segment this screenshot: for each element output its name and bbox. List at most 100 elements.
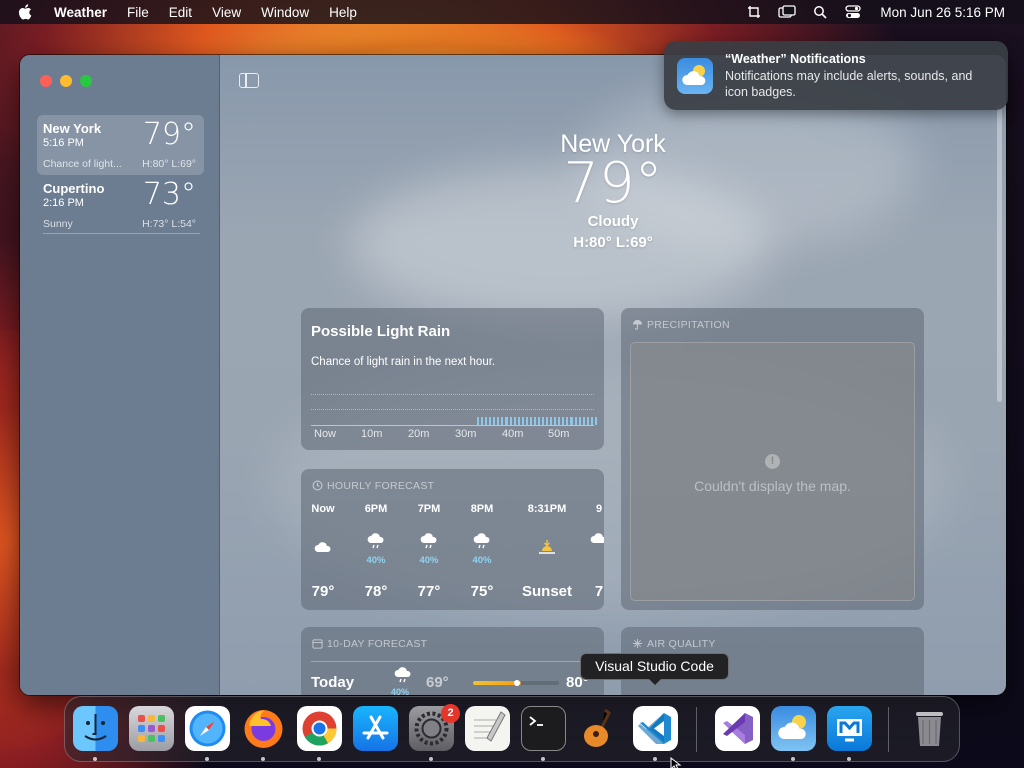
cloud-rain-icon bbox=[367, 533, 384, 549]
hour-time: Now bbox=[311, 503, 335, 515]
dock-app-chrome[interactable] bbox=[297, 706, 342, 751]
menu-file[interactable]: File bbox=[127, 5, 149, 20]
notification-banner[interactable]: “Weather” Notifications Notifications ma… bbox=[664, 41, 1008, 110]
forecast-day: Today bbox=[311, 674, 355, 691]
zoom-button[interactable] bbox=[80, 75, 92, 87]
running-indicator bbox=[847, 757, 851, 761]
rain-intensity-bars bbox=[477, 417, 597, 425]
sunset-icon bbox=[539, 540, 555, 554]
hour-time: 8:31PM bbox=[527, 503, 567, 515]
cloud-icon bbox=[314, 542, 331, 552]
hour-temp: 7 bbox=[594, 583, 604, 600]
rain-label: 40m bbox=[502, 428, 524, 440]
dock-separator bbox=[696, 707, 697, 752]
location-high-low: H:80° L:69° bbox=[142, 158, 196, 170]
dock-app-remote-desktop[interactable] bbox=[827, 706, 872, 751]
menu-bar: Weather File Edit View Window Help Mon J… bbox=[0, 0, 1024, 24]
apple-menu-icon[interactable] bbox=[17, 3, 35, 21]
dock-app-terminal[interactable] bbox=[521, 706, 566, 751]
dock-app-system-settings[interactable]: 2 bbox=[409, 704, 460, 751]
location-time: 5:16 PM bbox=[43, 137, 84, 149]
dock-app-visual-studio[interactable] bbox=[715, 706, 760, 751]
dock-app-firefox[interactable] bbox=[241, 706, 286, 751]
location-city: Cupertino bbox=[43, 181, 105, 196]
hour-temp: 77° bbox=[417, 583, 441, 600]
notification-title: “Weather” Notifications bbox=[725, 52, 866, 66]
rain-label: Now bbox=[314, 428, 337, 440]
location-temp: 73° bbox=[142, 177, 196, 212]
screen-mirroring-icon[interactable] bbox=[778, 4, 797, 20]
sidebar: New York 5:16 PM 79° Chance of light... … bbox=[20, 55, 220, 695]
sidebar-toggle-icon[interactable] bbox=[239, 73, 259, 88]
forecast-low: 69° bbox=[426, 674, 449, 691]
dock-app-safari[interactable] bbox=[185, 706, 230, 751]
hour-temp: Sunset bbox=[521, 583, 572, 600]
control-center-icon[interactable] bbox=[844, 4, 862, 20]
rain-axis bbox=[311, 425, 594, 426]
weather-app-icon bbox=[677, 58, 713, 94]
ten-day-forecast-card: 10-DAY FORECAST Today 40% 69° 80° bbox=[301, 627, 604, 695]
hour-time: 9 bbox=[595, 503, 603, 515]
hour-temp: 79° bbox=[311, 583, 335, 600]
cloud-rain-icon bbox=[394, 667, 411, 683]
current-high-low: H:80° L:69° bbox=[573, 234, 653, 251]
screenshot-icon[interactable] bbox=[745, 4, 763, 20]
hourly-item: 8PM 40% 75° bbox=[462, 503, 502, 600]
cloud-rain-icon bbox=[473, 533, 490, 549]
close-button[interactable] bbox=[40, 75, 52, 87]
hour-time: 8PM bbox=[470, 503, 494, 515]
dock-app-finder[interactable] bbox=[73, 706, 118, 751]
location-condition: Sunny bbox=[43, 218, 73, 230]
ten-day-title: 10-DAY FORECAST bbox=[327, 638, 428, 650]
precipitation-card: PRECIPITATION ! Couldn't display the map… bbox=[621, 308, 924, 610]
running-indicator bbox=[261, 757, 265, 761]
dock-app-weather[interactable] bbox=[771, 706, 816, 751]
hourly-item: 9 7 bbox=[579, 503, 604, 600]
precipitation-title: PRECIPITATION bbox=[647, 319, 730, 331]
dock-app-trash[interactable] bbox=[907, 706, 952, 751]
precipitation-map[interactable]: ! Couldn't display the map. bbox=[630, 342, 915, 601]
hourly-item: 6PM 40% 78° bbox=[356, 503, 396, 600]
spotlight-icon[interactable] bbox=[811, 4, 829, 20]
location-item-new-york[interactable]: New York 5:16 PM 79° Chance of light... … bbox=[37, 115, 204, 175]
dock-app-app-store[interactable] bbox=[353, 706, 398, 751]
hourly-item: 8:31PM Sunset bbox=[521, 503, 573, 600]
temperature-range-bar bbox=[473, 680, 559, 686]
hour-time: 7PM bbox=[417, 503, 441, 515]
dock-app-garageband[interactable] bbox=[577, 706, 622, 751]
menu-bar-clock[interactable]: Mon Jun 26 5:16 PM bbox=[880, 5, 1005, 20]
hour-precip: 40% bbox=[419, 555, 439, 566]
dock: 2 bbox=[64, 696, 960, 762]
menu-help[interactable]: Help bbox=[329, 5, 357, 20]
running-indicator bbox=[205, 757, 209, 761]
umbrella-icon bbox=[632, 319, 643, 330]
location-temp: 79° bbox=[142, 117, 196, 152]
hourly-item: Now 79° bbox=[303, 503, 343, 600]
hourly-title: HOURLY FORECAST bbox=[327, 480, 435, 492]
minimize-button[interactable] bbox=[60, 75, 72, 87]
dock-app-launchpad[interactable] bbox=[129, 706, 174, 751]
air-quality-title: AIR QUALITY bbox=[647, 638, 716, 650]
running-indicator bbox=[791, 757, 795, 761]
location-item-cupertino[interactable]: Cupertino 2:16 PM 73° Sunny H:73° L:54° bbox=[37, 175, 204, 235]
weather-window: New York 5:16 PM 79° Chance of light... … bbox=[20, 55, 1006, 695]
map-error-message: Couldn't display the map. bbox=[694, 478, 851, 494]
menu-app-name[interactable]: Weather bbox=[54, 5, 107, 20]
scrollbar[interactable] bbox=[997, 105, 1002, 402]
menu-edit[interactable]: Edit bbox=[169, 5, 192, 20]
location-city: New York bbox=[43, 121, 102, 136]
location-condition: Chance of light... bbox=[43, 158, 122, 170]
menu-window[interactable]: Window bbox=[261, 5, 309, 20]
running-indicator bbox=[653, 757, 657, 761]
hourly-forecast-card: HOURLY FORECAST Now 79° 6PM 40% 78° 7PM … bbox=[301, 469, 604, 610]
current-temp-marker bbox=[514, 680, 520, 686]
dock-app-vscode[interactable] bbox=[633, 706, 678, 751]
dock-separator bbox=[888, 707, 889, 752]
cloud-rain-icon bbox=[590, 533, 604, 543]
dock-app-textedit[interactable] bbox=[465, 706, 510, 751]
notification-badge: 2 bbox=[441, 704, 460, 723]
menu-view[interactable]: View bbox=[212, 5, 241, 20]
location-time: 2:16 PM bbox=[43, 197, 84, 209]
sidebar-divider bbox=[43, 233, 200, 234]
current-conditions: New York 79° Cloudy H:80° L:69° bbox=[220, 125, 1006, 251]
